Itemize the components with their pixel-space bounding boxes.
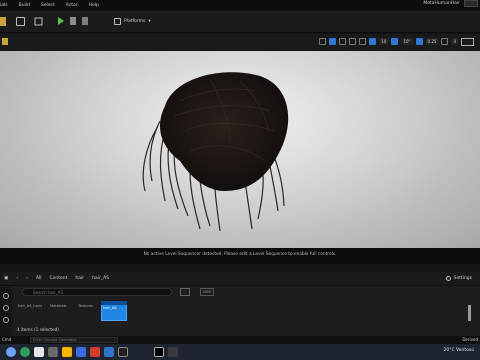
store-icon[interactable] bbox=[76, 347, 86, 357]
scale-snap-value[interactable]: 0.25 bbox=[425, 38, 439, 45]
platforms-label: Platforms bbox=[124, 19, 146, 24]
gear-icon bbox=[445, 276, 451, 281]
browser-icon[interactable] bbox=[20, 347, 30, 357]
breadcrumb-hair[interactable]: hair bbox=[75, 276, 84, 281]
project-title: MetaHumanHair bbox=[423, 1, 460, 6]
console-input[interactable]: Enter Console Command bbox=[30, 337, 118, 343]
world-local-icon[interactable] bbox=[359, 38, 367, 45]
scale-tool-icon[interactable] bbox=[349, 38, 357, 45]
back-icon[interactable]: ‹ bbox=[16, 276, 18, 281]
mode-select-icon[interactable] bbox=[16, 17, 25, 26]
content-browser-sidebar bbox=[0, 287, 12, 336]
breadcrumb-content[interactable]: Content bbox=[49, 276, 67, 281]
folder-label-materials: Materials bbox=[50, 304, 67, 308]
console-label[interactable]: Cmd bbox=[2, 337, 11, 342]
content-search-row: Search hair_AS SAVE bbox=[14, 288, 464, 298]
viewport-tools: 10 10° 0.25 4 bbox=[319, 37, 474, 46]
content-browser-path-bar: ▣ ‹ › All Content hair hair_AS Settings bbox=[0, 272, 480, 286]
folder-label-hairs: hair_AS_hairs bbox=[18, 304, 43, 308]
weather-tray[interactable]: 20°C Ventoso bbox=[443, 348, 474, 353]
collections-icon[interactable] bbox=[3, 305, 9, 311]
translate-tool-icon[interactable] bbox=[329, 38, 337, 45]
hair-groom-render bbox=[142, 72, 289, 232]
explorer-icon[interactable] bbox=[62, 347, 72, 357]
sources-icon[interactable] bbox=[3, 317, 9, 323]
add-actor-icon[interactable] bbox=[34, 17, 43, 26]
menu-actor[interactable]: Actor bbox=[66, 3, 78, 8]
content-browser-status: 4 items (1 selected) bbox=[17, 327, 59, 332]
rotation-snap-value[interactable]: 10° bbox=[401, 38, 413, 45]
grid-snap-value[interactable]: 10 bbox=[379, 38, 389, 45]
forward-icon[interactable]: › bbox=[26, 276, 28, 281]
menu-select[interactable]: Select bbox=[41, 3, 55, 8]
scale-snap-icon[interactable] bbox=[415, 38, 423, 45]
viewport-toolbar: 10 10° 0.25 4 bbox=[0, 34, 480, 50]
rotate-tool-icon[interactable] bbox=[339, 38, 347, 45]
app-icon[interactable] bbox=[118, 347, 128, 357]
menu-bar: ials Build Select Actor Help MetaHumanHa… bbox=[0, 0, 480, 10]
folder-label-textures: Textures bbox=[78, 304, 94, 308]
play-icon[interactable] bbox=[58, 17, 64, 25]
pause-icon[interactable] bbox=[70, 17, 76, 25]
selected-asset-header bbox=[101, 301, 127, 305]
breadcrumb-hair-as[interactable]: hair_AS bbox=[92, 276, 109, 281]
derived-data-label[interactable]: Derived bbox=[462, 337, 478, 342]
viewport-menu-button[interactable] bbox=[2, 38, 8, 45]
settings-button[interactable]: Settings bbox=[445, 276, 472, 281]
unreal-engine-icon[interactable] bbox=[154, 347, 164, 357]
folder-icon[interactable]: ▣ bbox=[4, 276, 8, 281]
start-icon[interactable] bbox=[6, 347, 16, 357]
save-search-button[interactable]: SAVE bbox=[200, 288, 214, 296]
os-taskbar: 20°C Ventoso bbox=[0, 344, 480, 360]
menu-help[interactable]: Help bbox=[89, 3, 99, 8]
selected-asset-label: hair_AS bbox=[103, 306, 117, 310]
camera-speed-value[interactable]: 4 bbox=[451, 38, 458, 45]
select-tool-icon[interactable] bbox=[319, 38, 327, 45]
chevron-down-icon: ▾ bbox=[148, 19, 151, 24]
search-icon[interactable] bbox=[3, 293, 9, 299]
platforms-button[interactable]: Platforms ▾ bbox=[114, 18, 151, 25]
platforms-icon bbox=[114, 18, 121, 25]
settings-label: Settings bbox=[453, 276, 472, 281]
main-toolbar: Platforms ▾ bbox=[0, 11, 480, 33]
word-icon[interactable] bbox=[104, 347, 114, 357]
menu-build[interactable]: Build bbox=[19, 3, 30, 8]
rotation-snap-icon[interactable] bbox=[391, 38, 399, 45]
stop-icon[interactable] bbox=[82, 17, 88, 25]
project-badge bbox=[464, 0, 478, 7]
content-browser-scrollbar[interactable] bbox=[468, 305, 471, 321]
save-icon[interactable] bbox=[0, 17, 6, 26]
content-search-input[interactable]: Search hair_AS bbox=[22, 288, 172, 296]
taskview-icon[interactable] bbox=[34, 347, 44, 357]
viewport-layout-icon[interactable] bbox=[461, 37, 474, 46]
breadcrumb-all[interactable]: All bbox=[36, 276, 42, 281]
menu-materials[interactable]: ials bbox=[0, 3, 8, 8]
widgets-icon[interactable] bbox=[48, 347, 58, 357]
camera-speed-icon[interactable] bbox=[441, 38, 449, 45]
grid-snap-icon[interactable] bbox=[369, 38, 377, 45]
level-viewport[interactable] bbox=[0, 51, 480, 248]
sequencer-message: No active Level Sequencer detected. Plea… bbox=[143, 252, 337, 257]
editor-status-bar: Cmd Enter Console Command Derived bbox=[0, 336, 480, 344]
opera-icon[interactable] bbox=[90, 347, 100, 357]
filter-icon[interactable] bbox=[180, 288, 190, 296]
sequencer-bar: No active Level Sequencer detected. Plea… bbox=[0, 248, 480, 264]
taskbar-app-icon[interactable] bbox=[168, 347, 178, 357]
